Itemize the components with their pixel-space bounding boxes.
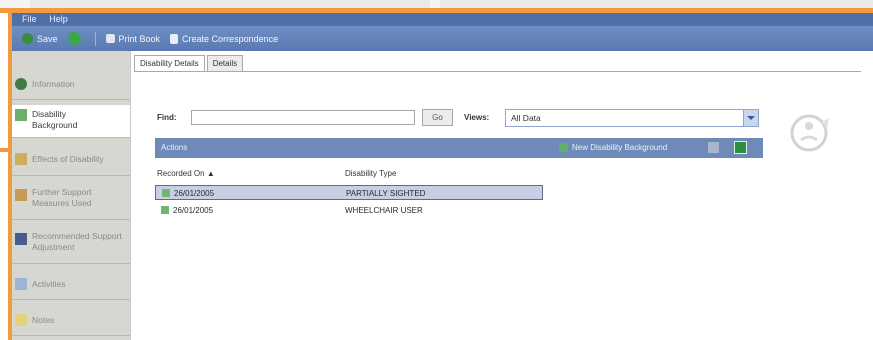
actions-menu[interactable]: Actions — [161, 143, 187, 152]
go-button[interactable]: Go — [422, 109, 453, 126]
sidebar-item-recommended-support[interactable]: Recommended Support Adjustment — [12, 225, 130, 264]
print-label: Print Book — [118, 33, 161, 44]
menu-file[interactable]: File — [22, 13, 37, 26]
info-icon — [15, 78, 27, 90]
menu-bar: File Help — [12, 13, 873, 26]
book-icon — [15, 233, 27, 245]
print-book-button[interactable]: Print Book — [105, 33, 161, 44]
new-disability-background-button[interactable]: New Disability Background — [559, 143, 667, 152]
sidebar-item-activities[interactable]: Activities — [12, 269, 130, 300]
views-value: All Data — [511, 113, 541, 123]
create-correspondence-button[interactable]: Create Correspondence — [170, 33, 279, 44]
column-header-disability-type[interactable]: Disability Type — [345, 169, 396, 178]
disability-badge-icon — [790, 114, 829, 152]
toolbar: Save Print Book Create Correspondence — [12, 26, 873, 51]
disability-icon — [15, 109, 27, 121]
disability-type-cell: PARTIALLY SIGHTED — [346, 189, 426, 198]
record-icon — [162, 189, 170, 197]
sidebar-item-effects[interactable]: Effects of Disability — [12, 143, 130, 176]
find-label: Find: — [157, 113, 177, 122]
forward-icon — [67, 32, 81, 45]
menu-help[interactable]: Help — [49, 13, 68, 26]
recorded-on-cell: 26/01/2005 — [173, 206, 214, 215]
tab-disability-details[interactable]: Disability Details — [134, 55, 205, 71]
activities-icon — [15, 278, 27, 290]
support-icon — [15, 189, 27, 201]
save-button[interactable]: Save — [22, 33, 58, 44]
sidebar-item-label: Effects of Disability — [32, 153, 104, 164]
tab-strip: Disability Details Details — [134, 55, 245, 71]
sidebar-item-notes[interactable]: Notes — [12, 305, 130, 336]
save-icon — [22, 33, 33, 44]
notes-icon — [15, 314, 27, 326]
new-icon — [559, 143, 568, 152]
toolbar-divider — [94, 31, 96, 46]
chevron-down-icon[interactable] — [743, 110, 758, 126]
sidebar-item-label: Notes — [32, 314, 55, 325]
column-label: Recorded On — [157, 169, 205, 178]
excel-export-icon[interactable] — [734, 141, 747, 154]
record-icon — [161, 206, 169, 214]
save-label: Save — [37, 33, 58, 44]
forward-button[interactable] — [67, 32, 85, 45]
views-select[interactable]: All Data — [505, 109, 759, 127]
column-header-recorded-on[interactable]: Recorded On ▲ — [157, 169, 215, 178]
sidebar-item-label: Disability Background — [32, 109, 78, 130]
sidebar-item-label: Further Support Measures Used — [32, 187, 92, 208]
sidebar-item-label: Recommended Support Adjustment — [32, 231, 122, 252]
highlight-frame — [0, 148, 12, 152]
views-label: Views: — [464, 113, 490, 122]
disability-type-cell: WHEELCHAIR USER — [345, 206, 423, 215]
tab-divider — [134, 71, 861, 72]
sidebar-item-information[interactable]: Information — [12, 69, 130, 100]
document-icon — [170, 33, 179, 44]
tab-details[interactable]: Details — [206, 55, 244, 71]
sidebar: Information Disability Background Effect… — [12, 51, 130, 340]
create-correspondence-label: Create Correspondence — [182, 33, 279, 44]
table-row[interactable]: 26/01/2005 WHEELCHAIR USER — [155, 203, 543, 218]
sidebar-item-label: Information — [32, 78, 75, 89]
table-row[interactable]: 26/01/2005 PARTIALLY SIGHTED — [155, 185, 543, 200]
find-input[interactable] — [191, 110, 415, 125]
new-button-label: New Disability Background — [572, 143, 668, 152]
grid-header: Recorded On ▲ Disability Type — [155, 166, 543, 181]
sidebar-item-label: Activities — [32, 278, 66, 289]
print-icon[interactable] — [708, 142, 719, 153]
effects-icon — [15, 153, 27, 165]
action-bar: Actions New Disability Background — [155, 138, 763, 158]
print-icon — [105, 34, 115, 43]
sidebar-item-disability-background[interactable]: Disability Background — [12, 105, 130, 138]
sidebar-item-further-support[interactable]: Further Support Measures Used — [12, 181, 130, 220]
recorded-on-cell: 26/01/2005 — [174, 189, 215, 198]
